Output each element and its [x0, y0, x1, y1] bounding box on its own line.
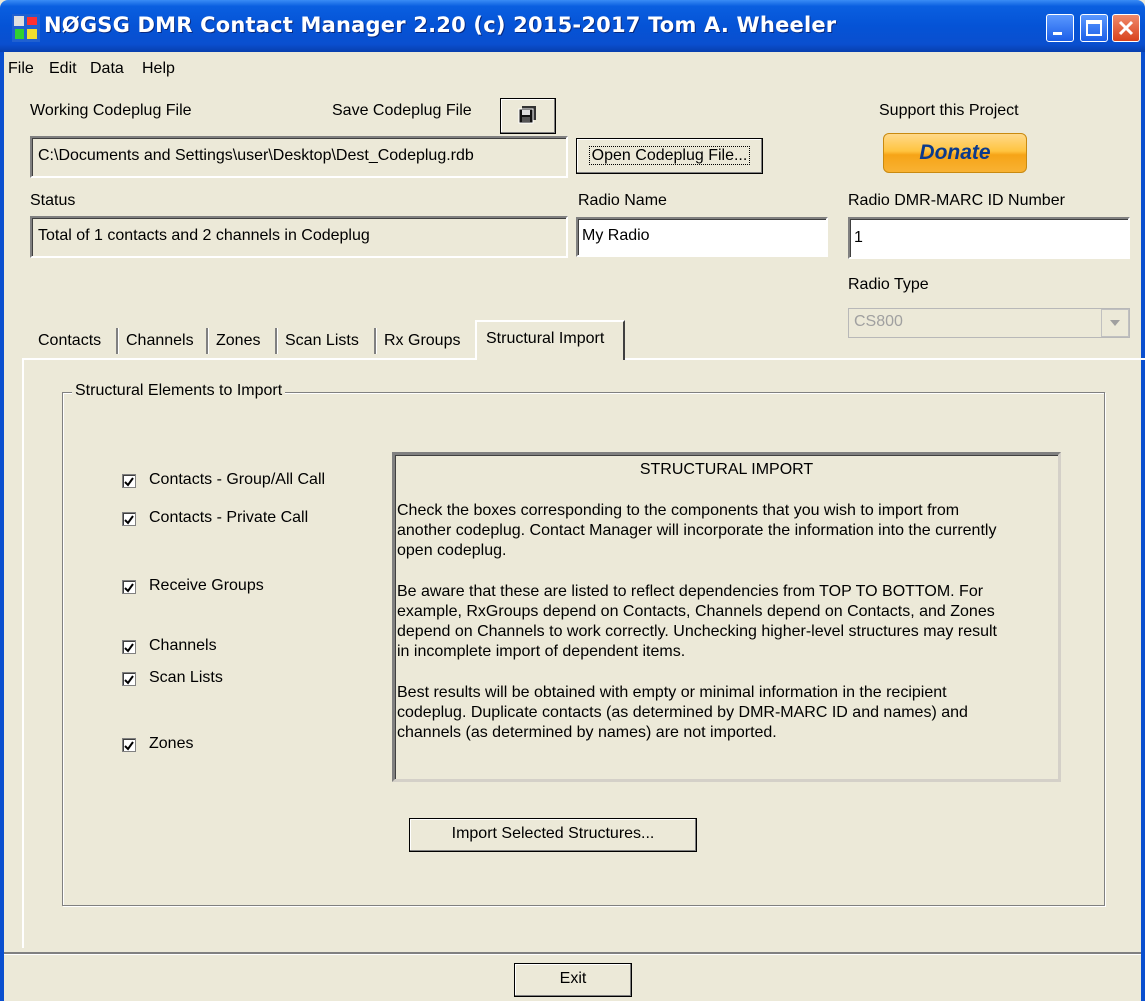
window-title: NØGSG DMR Contact Manager 2.20 (c) 2015-…: [44, 13, 837, 37]
status-box: Total of 1 contacts and 2 channels in Co…: [30, 216, 568, 258]
info-line: in incomplete import of dependent items.: [397, 643, 686, 660]
close-icon: [1118, 20, 1134, 36]
info-line: Best results will be obtained with empty…: [397, 684, 947, 701]
app-icon[interactable]: [12, 14, 40, 42]
exit-button[interactable]: Exit: [514, 963, 632, 997]
info-title: STRUCTURAL IMPORT: [639, 461, 814, 478]
floppy-disk-icon: [518, 106, 536, 124]
bottom-divider: [4, 952, 1141, 954]
radio-type-label: Radio Type: [848, 276, 929, 293]
checkmark-icon: [124, 643, 134, 653]
checkbox-label[interactable]: Contacts - Group/All Call: [149, 471, 325, 489]
checkmark-icon: [124, 583, 134, 593]
tab-scan-lists[interactable]: Scan Lists: [285, 327, 359, 357]
checkmark-icon: [124, 477, 134, 487]
checkbox-label[interactable]: Channels: [149, 637, 217, 655]
minimize-button[interactable]: [1046, 14, 1074, 42]
open-codeplug-button[interactable]: Open Codeplug File...: [576, 138, 763, 174]
donate-button[interactable]: Donate: [883, 133, 1027, 173]
tab-channels[interactable]: Channels: [126, 327, 194, 357]
radio-name-label: Radio Name: [578, 192, 667, 209]
save-codeplug-label: Save Codeplug File: [332, 102, 472, 119]
info-line: codeplug. Duplicate contacts (as determi…: [397, 704, 968, 721]
open-codeplug-label: Open Codeplug File...: [588, 146, 751, 165]
menu-data[interactable]: Data: [90, 60, 124, 78]
checkbox-contacts-private[interactable]: [122, 512, 136, 526]
radio-id-input[interactable]: 1: [848, 217, 1130, 259]
radio-id-label: Radio DMR-MARC ID Number: [848, 192, 1065, 209]
tab-separator: [116, 328, 118, 354]
tab-separator: [206, 328, 208, 354]
menu-help[interactable]: Help: [142, 60, 175, 78]
info-line: open codeplug.: [397, 542, 507, 559]
checkbox-label[interactable]: Scan Lists: [149, 669, 223, 687]
checkbox-receive-groups[interactable]: [122, 580, 136, 594]
close-button[interactable]: [1112, 14, 1140, 42]
checkmark-icon: [124, 675, 134, 685]
menu-edit[interactable]: Edit: [49, 60, 77, 78]
window-frame-left: [0, 52, 4, 1001]
codeplug-path-text: C:\Documents and Settings\user\Desktop\D…: [38, 147, 474, 164]
info-line: another codeplug. Contact Manager will i…: [397, 522, 997, 539]
support-label: Support this Project: [879, 102, 1019, 119]
info-line: Check the boxes corresponding to the com…: [397, 502, 960, 519]
checkbox-label[interactable]: Receive Groups: [149, 577, 264, 595]
checkmark-icon: [124, 741, 134, 751]
tab-structural-import[interactable]: Structural Import: [486, 325, 604, 355]
chevron-down-icon: [1110, 320, 1120, 326]
tab-zones[interactable]: Zones: [216, 327, 260, 357]
save-codeplug-button[interactable]: [500, 98, 556, 134]
info-paragraph-2: Be aware that these are listed to reflec…: [397, 582, 1057, 662]
info-line: channels (as determined by names) are no…: [397, 724, 777, 741]
tab-separator: [275, 328, 277, 354]
checkbox-label[interactable]: Contacts - Private Call: [149, 509, 308, 527]
checkmark-icon: [124, 515, 134, 525]
codeplug-path-box: C:\Documents and Settings\user\Desktop\D…: [30, 136, 568, 178]
menu-file[interactable]: File: [8, 60, 34, 78]
radio-type-dropdown-button[interactable]: [1101, 309, 1129, 337]
info-paragraph-3: Best results will be obtained with empty…: [397, 683, 1057, 743]
info-paragraph-1: Check the boxes corresponding to the com…: [397, 501, 1057, 561]
info-line: Be aware that these are listed to reflec…: [397, 583, 984, 600]
maximize-button[interactable]: [1080, 14, 1108, 42]
structural-elements-title: Structural Elements to Import: [72, 382, 286, 400]
checkbox-scan-lists[interactable]: [122, 672, 136, 686]
tab-rx-groups[interactable]: Rx Groups: [384, 327, 460, 357]
info-line: example, RxGroups depend on Contacts, Ch…: [397, 603, 995, 620]
info-line: depend on Channels to work correctly. Un…: [397, 623, 997, 640]
checkbox-channels[interactable]: [122, 640, 136, 654]
status-text: Total of 1 contacts and 2 channels in Co…: [38, 227, 370, 244]
status-label: Status: [30, 192, 76, 209]
tab-separator: [374, 328, 376, 354]
working-codeplug-label: Working Codeplug File: [30, 102, 192, 119]
radio-type-value: CS800: [854, 313, 903, 330]
radio-name-input[interactable]: My Radio: [576, 217, 828, 257]
checkbox-zones[interactable]: [122, 738, 136, 752]
checkbox-contacts-group[interactable]: [122, 474, 136, 488]
import-selected-button[interactable]: Import Selected Structures...: [409, 818, 697, 852]
checkbox-label[interactable]: Zones: [149, 735, 193, 753]
tab-contacts[interactable]: Contacts: [38, 327, 101, 357]
